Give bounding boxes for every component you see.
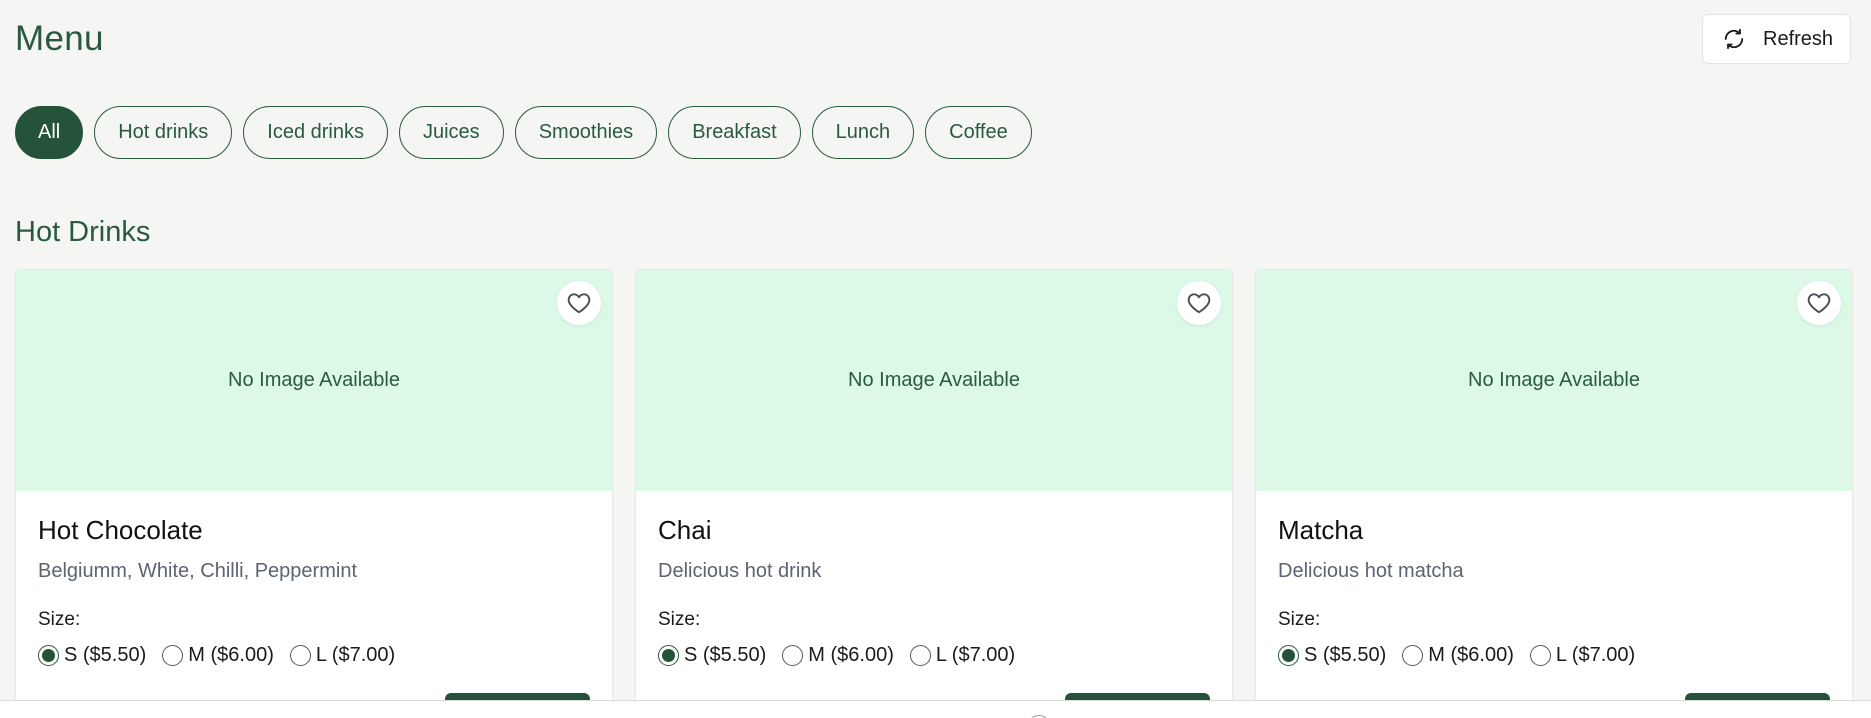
- size-option-s[interactable]: S ($5.50): [1278, 644, 1386, 667]
- no-image-text: No Image Available: [1468, 369, 1640, 391]
- radio-s[interactable]: [38, 645, 59, 666]
- radio-l[interactable]: [1529, 645, 1551, 666]
- radio-m[interactable]: [162, 645, 184, 666]
- filter-chip-hot-drinks[interactable]: Hot drinks: [94, 106, 233, 159]
- product-image-placeholder: No Image Available: [636, 270, 1232, 491]
- size-label: Size:: [1278, 609, 1321, 630]
- filter-chip-coffee[interactable]: Coffee: [925, 106, 1032, 159]
- heart-icon: [1806, 290, 1832, 316]
- favorite-button[interactable]: [1797, 281, 1841, 325]
- size-option-label: L ($7.00): [1555, 644, 1636, 666]
- radio-l[interactable]: [289, 645, 311, 666]
- size-option-l[interactable]: L ($7.00): [1529, 644, 1636, 667]
- product-card: No Image Available Matcha Delicious hot …: [1255, 269, 1853, 700]
- refresh-button[interactable]: Refresh: [1702, 14, 1851, 64]
- category-filters: All Hot drinks Iced drinks Juices Smooth…: [15, 106, 1032, 159]
- no-image-text: No Image Available: [228, 369, 400, 391]
- product-image-placeholder: No Image Available: [16, 270, 612, 491]
- radio-l[interactable]: [909, 645, 931, 666]
- product-info: Chai Delicious hot drink Size: S ($5.50)…: [636, 491, 1232, 667]
- filter-chip-juices[interactable]: Juices: [398, 106, 504, 159]
- size-options: S ($5.50) M ($6.00) L ($7.00): [1278, 644, 1830, 667]
- size-option-label: S ($5.50): [684, 644, 767, 666]
- page-header: Menu Refresh: [15, 14, 1851, 66]
- size-options: S ($5.50) M ($6.00) L ($7.00): [38, 644, 590, 667]
- page-title: Menu: [15, 19, 104, 58]
- product-description: Delicious hot matcha: [1278, 560, 1464, 582]
- size-option-label: S ($5.50): [64, 644, 147, 666]
- favorite-button[interactable]: [1177, 281, 1221, 325]
- size-options: S ($5.50) M ($6.00) L ($7.00): [658, 644, 1210, 667]
- product-description: Delicious hot drink: [658, 560, 822, 582]
- product-info: Matcha Delicious hot matcha Size: S ($5.…: [1256, 491, 1852, 667]
- section-title: Hot Drinks: [15, 216, 151, 248]
- size-option-m[interactable]: M ($6.00): [1402, 644, 1514, 667]
- size-option-label: L ($7.00): [315, 644, 396, 666]
- filter-chip-lunch[interactable]: Lunch: [811, 106, 915, 159]
- heart-icon: [1186, 290, 1212, 316]
- bottom-bar: [0, 700, 1871, 718]
- product-name: Hot Chocolate: [38, 515, 203, 545]
- size-option-l[interactable]: L ($7.00): [289, 644, 396, 667]
- filter-chip-iced-drinks[interactable]: Iced drinks: [243, 106, 388, 159]
- size-label: Size:: [658, 609, 701, 630]
- size-option-label: S ($5.50): [1304, 644, 1387, 666]
- no-image-text: No Image Available: [848, 369, 1020, 391]
- size-option-m[interactable]: M ($6.00): [162, 644, 274, 667]
- product-name: Matcha: [1278, 515, 1364, 545]
- size-option-label: M ($6.00): [188, 644, 274, 666]
- product-info: Hot Chocolate Belgiumm, White, Chilli, P…: [16, 491, 612, 667]
- heart-icon: [566, 290, 592, 316]
- product-grid: No Image Available Hot Chocolate Belgium…: [15, 269, 1853, 700]
- radio-m[interactable]: [782, 645, 804, 666]
- product-card: No Image Available Hot Chocolate Belgium…: [15, 269, 613, 700]
- add-to-order-button[interactable]: [1685, 693, 1830, 700]
- size-option-l[interactable]: L ($7.00): [909, 644, 1016, 667]
- filter-chip-breakfast[interactable]: Breakfast: [668, 106, 801, 159]
- radio-m[interactable]: [1402, 645, 1424, 666]
- size-option-label: M ($6.00): [1428, 644, 1514, 666]
- size-option-label: L ($7.00): [935, 644, 1016, 666]
- menu-page: Menu Refresh All Hot drinks Iced drinks …: [0, 0, 1871, 700]
- product-name: Chai: [658, 515, 712, 545]
- product-image-placeholder: No Image Available: [1256, 270, 1852, 491]
- size-option-s[interactable]: S ($5.50): [38, 644, 146, 667]
- add-to-order-button[interactable]: [445, 693, 590, 700]
- favorite-button[interactable]: [557, 281, 601, 325]
- add-to-order-button[interactable]: [1065, 693, 1210, 700]
- filter-chip-all[interactable]: All: [15, 106, 84, 159]
- size-label: Size:: [38, 609, 81, 630]
- product-card: No Image Available Chai Delicious hot dr…: [635, 269, 1233, 700]
- size-option-s[interactable]: S ($5.50): [658, 644, 766, 667]
- refresh-label: Refresh: [1763, 27, 1834, 50]
- filter-chip-smoothies[interactable]: Smoothies: [514, 106, 658, 159]
- radio-s[interactable]: [1278, 645, 1299, 666]
- product-description: Belgiumm, White, Chilli, Peppermint: [38, 560, 357, 582]
- refresh-icon: [1723, 28, 1745, 50]
- size-option-m[interactable]: M ($6.00): [782, 644, 894, 667]
- radio-s[interactable]: [658, 645, 679, 666]
- size-option-label: M ($6.00): [808, 644, 894, 666]
